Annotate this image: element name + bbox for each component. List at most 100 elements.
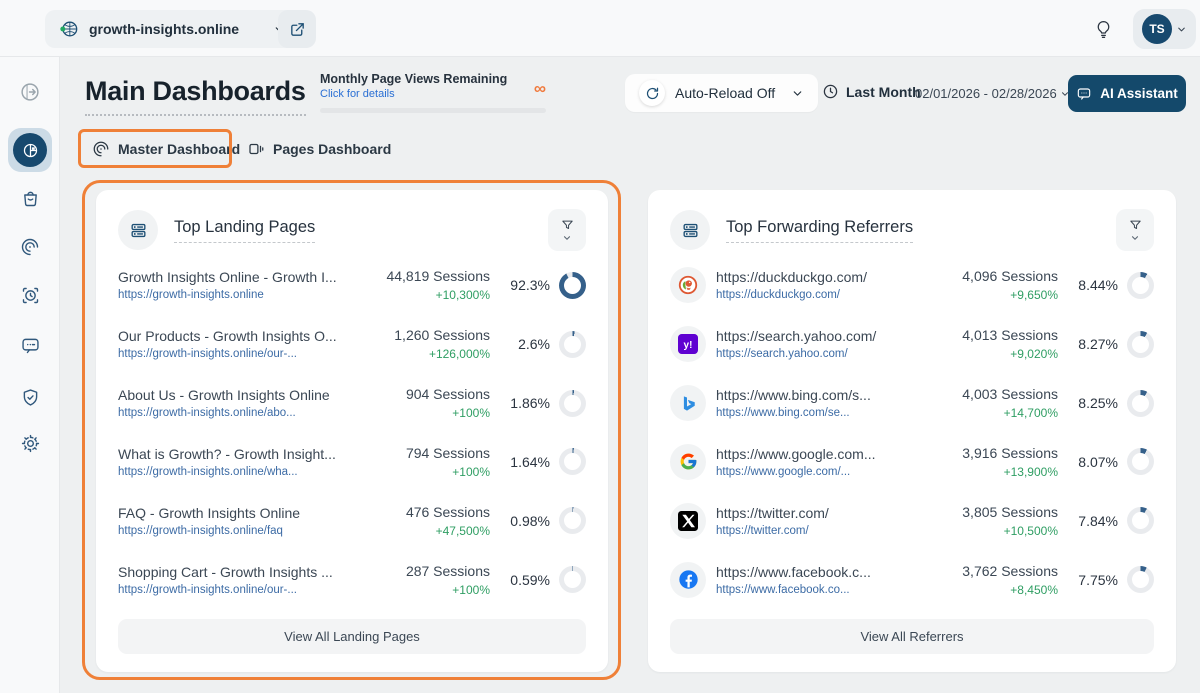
row-url-link[interactable]: https://growth-insights.online/our-... [118,348,360,360]
sidebar-item-session-recordings[interactable] [18,283,42,307]
donut-chart [559,507,586,534]
referrer-row[interactable]: https://duckduckgo.com/https://duckduckg… [670,257,1154,313]
row-url-link[interactable]: https://duckduckgo.com/ [716,289,928,301]
tab-label: Master Dashboard [118,141,240,157]
top-bar: growth-insights.online TS [0,0,1200,57]
landing-page-row[interactable]: Our Products - Growth Insights O... https… [118,316,586,372]
row-url-link[interactable]: https://www.google.com/... [716,466,928,478]
landing-page-row[interactable]: About Us - Growth Insights Online https:/… [118,375,586,431]
quota-widget[interactable]: Monthly Page Views Remaining Click for d… [320,72,546,113]
filter-button[interactable] [1116,209,1154,251]
row-url-link[interactable]: https://growth-insights.online [118,289,360,301]
sessions-value: 4,013 Sessions [938,327,1058,343]
card-title: Top Landing Pages [174,218,315,243]
row-title-link[interactable]: https://www.facebook.c... [716,564,928,580]
row-title-link[interactable]: Shopping Cart - Growth Insights ... [118,564,360,580]
sidebar-item-ecommerce[interactable] [18,186,42,210]
row-url-link[interactable]: https://search.yahoo.com/ [716,348,928,360]
filter-button[interactable] [548,209,586,251]
duckduckgo-favicon-icon [670,267,706,303]
funnel-icon [560,218,575,233]
referrer-row[interactable]: https://www.bing.com/s... https://www.bin… [670,375,1154,431]
session-recording-icon [20,285,41,306]
sidebar-item-feedback[interactable] [18,333,42,357]
auto-reload-dropdown[interactable]: Auto-Reload Off [625,74,818,112]
period-selector[interactable]: Last Month [822,83,921,100]
sessions-value: 476 Sessions [370,504,490,520]
landing-page-row[interactable]: FAQ - Growth Insights Online https://grow… [118,493,586,549]
change-percentage: +100% [370,406,490,420]
referrer-row[interactable]: y!https://search.yahoo.com/https://searc… [670,316,1154,372]
row-title-link[interactable]: https://www.google.com... [716,446,928,462]
tab-master-dashboard[interactable]: Master Dashboard [92,136,240,162]
feedback-chat-icon [20,335,41,356]
date-range-value: 02/01/2026 - 02/28/2026 [915,86,1057,101]
referrer-row[interactable]: https://www.facebook.c... https://www.fac… [670,552,1154,608]
infinity-icon: ∞ [534,80,546,97]
row-url-link[interactable]: https://www.bing.com/se... [716,407,928,419]
change-percentage: +13,900% [938,465,1058,479]
sidebar-item-privacy[interactable] [18,385,42,409]
row-title-link[interactable]: https://duckduckgo.com/ [716,269,928,285]
period-label: Last Month [846,84,921,100]
sidebar-item-settings[interactable] [18,431,42,455]
tips-button[interactable] [1090,16,1116,42]
row-title-link[interactable]: What is Growth? - Growth Insight... [118,446,360,462]
view-all-landing-pages-button[interactable]: View All Landing Pages [118,619,586,654]
donut-chart [559,390,586,417]
auto-reload-label: Auto-Reload Off [675,85,775,101]
landing-page-row[interactable]: What is Growth? - Growth Insight... https… [118,434,586,490]
clock-icon [822,83,839,100]
twitter-favicon-icon [670,503,706,539]
user-menu[interactable]: TS [1133,9,1196,49]
chevron-down-icon [1176,24,1187,35]
sessions-value: 44,819 Sessions [370,268,490,284]
row-title-link[interactable]: FAQ - Growth Insights Online [118,505,360,521]
sessions-value: 4,096 Sessions [938,268,1058,284]
row-url-link[interactable]: https://www.facebook.co... [716,584,928,596]
chevron-down-icon [562,233,572,243]
row-title-link[interactable]: https://www.bing.com/s... [716,387,928,403]
row-url-link[interactable]: https://growth-insights.online/abo... [118,407,360,419]
row-url-link[interactable]: https://growth-insights.online/wha... [118,466,360,478]
row-url-link[interactable]: https://twitter.com/ [716,525,928,537]
change-percentage: +100% [370,465,490,479]
landing-page-row[interactable]: Shopping Cart - Growth Insights ... https… [118,552,586,608]
sessions-value: 287 Sessions [370,563,490,579]
ai-assistant-button[interactable]: AI Assistant [1068,75,1186,112]
date-range-picker[interactable]: 02/01/2026 - 02/28/2026 [915,86,1070,101]
referrer-row[interactable]: https://www.google.com... https://www.goo… [670,434,1154,490]
sidebar-item-dashboards[interactable] [8,128,52,172]
change-percentage: +100% [370,583,490,597]
view-all-referrers-button[interactable]: View All Referrers [670,619,1154,654]
row-title-link[interactable]: https://search.yahoo.com/ [716,328,928,344]
row-title-link[interactable]: About Us - Growth Insights Online [118,387,360,403]
row-url-link[interactable]: https://growth-insights.online/faq [118,525,360,537]
change-percentage: +14,700% [938,406,1058,420]
row-url-link[interactable]: https://growth-insights.online/our-... [118,584,360,596]
row-title-link[interactable]: Growth Insights Online - Growth I... [118,269,360,285]
settings-gear-icon [20,433,41,454]
collapse-panel-icon[interactable] [18,80,42,104]
open-site-button[interactable] [278,10,316,48]
donut-chart [1127,390,1154,417]
landing-page-row[interactable]: Growth Insights Online - Growth I... http… [118,257,586,313]
site-selector[interactable]: growth-insights.online [45,10,300,48]
row-title-link[interactable]: https://twitter.com/ [716,505,928,521]
sessions-value: 4,003 Sessions [938,386,1058,402]
refresh-icon [639,80,665,106]
row-title-link[interactable]: Our Products - Growth Insights O... [118,328,360,344]
privacy-shield-icon [20,387,41,408]
tab-pages-dashboard[interactable]: Pages Dashboard [247,136,391,162]
spiral-dashboard-icon [92,140,110,158]
sessions-value: 3,916 Sessions [938,445,1058,461]
share-percent-value: 8.25% [1078,395,1118,411]
share-percent-value: 92.3% [510,277,550,293]
share-percent-value: 1.86% [510,395,550,411]
quota-details-link[interactable]: Click for details [320,88,546,100]
referrer-row[interactable]: https://twitter.com/https://twitter.com/… [670,493,1154,549]
donut-chart [1127,331,1154,358]
donut-chart [559,448,586,475]
dashboards-icon [13,133,47,167]
sidebar-item-behavior[interactable] [18,235,42,259]
